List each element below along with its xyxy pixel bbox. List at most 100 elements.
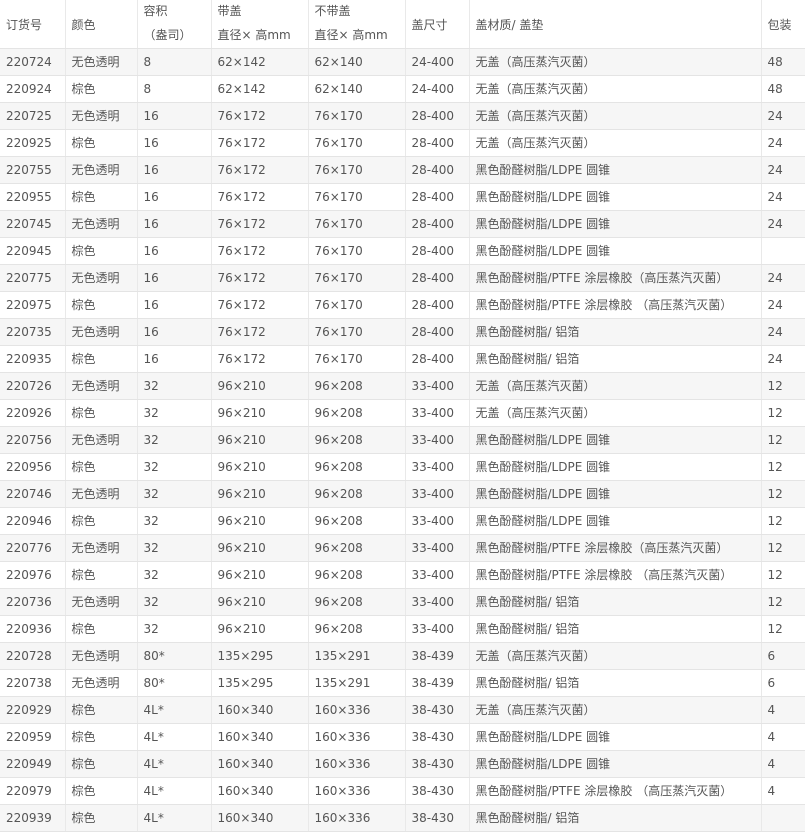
without-cap-size-cell: 160×336: [308, 750, 406, 778]
table-row: 220935 棕色 16 76×172 76×170 28-400 黑色酚醛树脂/ 铝箔 24: [0, 345, 805, 373]
without-cap-size-cell: 76×170: [308, 183, 406, 211]
color-cell: 无色透明: [65, 318, 138, 346]
without-cap-size-cell: 76×170: [308, 129, 406, 157]
table-row: 220976 棕色 32 96×210 96×208 33-400 黑色酚醛树脂/PTFE …: [0, 561, 805, 589]
order-number-cell: 220939: [0, 804, 66, 832]
cap-material-cell: 黑色酚醛树脂/LDPE 圆锥: [469, 237, 762, 265]
order-number-cell: 220929: [0, 696, 66, 724]
header-cap-material: 盖材质/ 盖垫: [469, 0, 762, 49]
header-with-cap: 带盖 直径× 高mm: [211, 0, 309, 49]
package-cell: 4: [761, 696, 805, 724]
order-number-cell: 220755: [0, 156, 66, 184]
cap-material-cell: 黑色酚醛树脂/PTFE 涂层橡胶 （高压蒸汽灭菌）: [469, 561, 762, 589]
cap-size-cell: 33-400: [405, 534, 470, 562]
with-cap-size-cell: 76×172: [211, 156, 309, 184]
cap-size-cell: 28-400: [405, 102, 470, 130]
cap-size-cell: 38-439: [405, 642, 470, 670]
order-number-cell: 220735: [0, 318, 66, 346]
with-cap-size-cell: 76×172: [211, 102, 309, 130]
cap-material-cell: 无盖（高压蒸汽灭菌）: [469, 75, 762, 103]
with-cap-size-cell: 76×172: [211, 129, 309, 157]
order-number-cell: 220975: [0, 291, 66, 319]
with-cap-size-cell: 160×340: [211, 777, 309, 805]
table-row: 220945 棕色 16 76×172 76×170 28-400 黑色酚醛树脂/LDPE …: [0, 237, 805, 265]
order-number-cell: 220776: [0, 534, 66, 562]
table-row: 220776 无色透明 32 96×210 96×208 33-400 黑色酚醛树脂/PTF…: [0, 534, 805, 562]
volume-cell: 4L*: [137, 723, 212, 751]
color-cell: 无色透明: [65, 372, 138, 400]
volume-cell: 4L*: [137, 696, 212, 724]
with-cap-size-cell: 76×172: [211, 237, 309, 265]
header-order-number: 订货号: [0, 0, 66, 49]
order-number-cell: 220775: [0, 264, 66, 292]
volume-cell: 16: [137, 129, 212, 157]
order-number-cell: 220926: [0, 399, 66, 427]
with-cap-size-cell: 76×172: [211, 345, 309, 373]
package-cell: 12: [761, 372, 805, 400]
volume-cell: 16: [137, 291, 212, 319]
order-number-cell: 220728: [0, 642, 66, 670]
cap-size-cell: 28-400: [405, 345, 470, 373]
volume-cell: 16: [137, 345, 212, 373]
cap-material-cell: 无盖（高压蒸汽灭菌）: [469, 102, 762, 130]
order-number-cell: 220955: [0, 183, 66, 211]
cap-material-cell: 无盖（高压蒸汽灭菌）: [469, 399, 762, 427]
cap-material-cell: 黑色酚醛树脂/PTFE 涂层橡胶（高压蒸汽灭菌）: [469, 264, 762, 292]
without-cap-size-cell: 76×170: [308, 210, 406, 238]
with-cap-size-cell: 62×142: [211, 48, 309, 76]
package-cell: 12: [761, 399, 805, 427]
volume-cell: 16: [137, 318, 212, 346]
volume-cell: 32: [137, 372, 212, 400]
table-row: 220736 无色透明 32 96×210 96×208 33-400 黑色酚醛树脂/ 铝箔…: [0, 588, 805, 616]
color-cell: 棕色: [65, 75, 138, 103]
volume-cell: 8: [137, 48, 212, 76]
volume-cell: 4L*: [137, 804, 212, 832]
cap-size-cell: 28-400: [405, 264, 470, 292]
color-cell: 无色透明: [65, 48, 138, 76]
cap-material-cell: 黑色酚醛树脂/LDPE 圆锥: [469, 156, 762, 184]
order-number-cell: 220724: [0, 48, 66, 76]
package-cell: 24: [761, 156, 805, 184]
without-cap-size-cell: 96×208: [308, 507, 406, 535]
without-cap-size-cell: 96×208: [308, 372, 406, 400]
cap-size-cell: 38-439: [405, 669, 470, 697]
volume-cell: 16: [137, 237, 212, 265]
without-cap-size-cell: 135×291: [308, 669, 406, 697]
cap-material-cell: 黑色酚醛树脂/ 铝箔: [469, 588, 762, 616]
package-cell: 12: [761, 534, 805, 562]
cap-size-cell: 28-400: [405, 291, 470, 319]
table-row: 220745 无色透明 16 76×172 76×170 28-400 黑色酚醛树脂/LDP…: [0, 210, 805, 238]
table-row: 220956 棕色 32 96×210 96×208 33-400 黑色酚醛树脂/LDPE …: [0, 453, 805, 481]
cap-material-cell: 黑色酚醛树脂/PTFE 涂层橡胶 （高压蒸汽灭菌）: [469, 291, 762, 319]
table-row: 220738 无色透明 80* 135×295 135×291 38-439 黑色酚醛树脂/…: [0, 669, 805, 697]
cap-size-cell: 28-400: [405, 156, 470, 184]
color-cell: 棕色: [65, 723, 138, 751]
order-number-cell: 220945: [0, 237, 66, 265]
package-cell: 12: [761, 426, 805, 454]
without-cap-size-cell: 160×336: [308, 723, 406, 751]
volume-cell: 32: [137, 615, 212, 643]
without-cap-size-cell: 160×336: [308, 804, 406, 832]
cap-material-cell: 黑色酚醛树脂/PTFE 涂层橡胶（高压蒸汽灭菌）: [469, 534, 762, 562]
without-cap-size-cell: 76×170: [308, 102, 406, 130]
with-cap-size-cell: 76×172: [211, 291, 309, 319]
color-cell: 棕色: [65, 237, 138, 265]
cap-material-cell: 无盖（高压蒸汽灭菌）: [469, 642, 762, 670]
color-cell: 无色透明: [65, 588, 138, 616]
cap-size-cell: 33-400: [405, 507, 470, 535]
color-cell: 棕色: [65, 183, 138, 211]
table-body: 220724 无色透明 8 62×142 62×140 24-400 无盖（高压蒸汽灭菌） 4…: [0, 48, 805, 832]
cap-material-cell: 黑色酚醛树脂/LDPE 圆锥: [469, 210, 762, 238]
without-cap-size-cell: 96×208: [308, 561, 406, 589]
volume-cell: 80*: [137, 642, 212, 670]
cap-material-cell: 黑色酚醛树脂/LDPE 圆锥: [469, 426, 762, 454]
cap-material-cell: 无盖（高压蒸汽灭菌）: [469, 696, 762, 724]
cap-size-cell: 33-400: [405, 426, 470, 454]
table-row: 220955 棕色 16 76×172 76×170 28-400 黑色酚醛树脂/LDPE …: [0, 183, 805, 211]
order-number-cell: 220924: [0, 75, 66, 103]
order-number-cell: 220949: [0, 750, 66, 778]
cap-material-cell: 黑色酚醛树脂/ 铝箔: [469, 318, 762, 346]
volume-cell: 32: [137, 480, 212, 508]
order-number-cell: 220936: [0, 615, 66, 643]
order-number-cell: 220976: [0, 561, 66, 589]
